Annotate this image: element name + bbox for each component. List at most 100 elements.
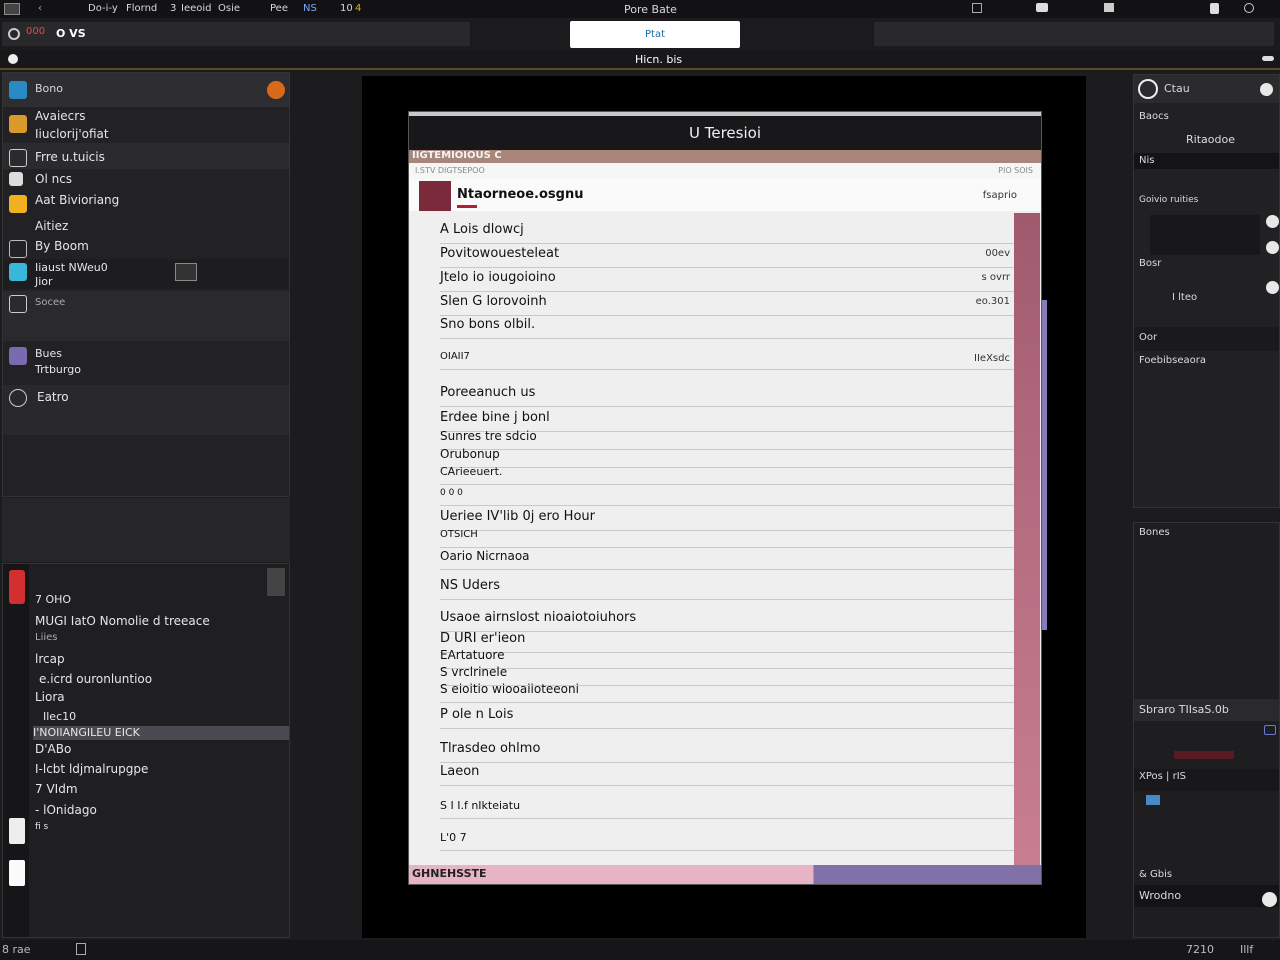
menu-item[interactable]: NS [303, 3, 317, 14]
document-row[interactable]: Jtelo io iougoioino s ovrr [440, 270, 1014, 285]
menu-item[interactable]: 3 [170, 3, 176, 14]
prop-value[interactable]: Ritaodoe [1186, 133, 1235, 146]
list-item[interactable]: I-lcbt ldjmalrupgpe [35, 762, 285, 776]
color-preview[interactable] [1150, 215, 1260, 255]
center-button[interactable]: Ptat [570, 21, 740, 48]
scrollbar[interactable] [1042, 300, 1047, 630]
settings-icon[interactable] [267, 81, 285, 99]
window-icon[interactable] [972, 3, 982, 13]
menu-item[interactable]: Ieeoid [181, 3, 212, 14]
document-row[interactable]: Sno bons olbil. [440, 317, 1014, 332]
document-row[interactable]: Sunres tre sdcio [440, 429, 1014, 443]
document-row[interactable]: S I I.f nIkteiatu [440, 799, 1014, 812]
list-item[interactable]: Liora [35, 690, 285, 704]
scroll-handle[interactable] [267, 568, 285, 596]
panel-title: Bono [35, 82, 63, 95]
list-item[interactable]: Liies [35, 632, 285, 643]
list-item[interactable]: lrcap [35, 652, 285, 666]
list-item[interactable]: Frre u.tuicis [3, 143, 289, 169]
list-item[interactable]: Iiaust NWeu0 Jior [3, 259, 289, 289]
page-icon[interactable] [76, 943, 86, 955]
document-row[interactable]: Poreeanuch us [440, 385, 1014, 400]
record-badge: 000 [26, 26, 46, 37]
document-row[interactable]: L'0 7 [440, 831, 1014, 844]
document-row[interactable]: Povitowouesteleat 00ev [440, 246, 1014, 261]
refresh-icon[interactable] [8, 28, 20, 40]
list-item-selected[interactable]: I'NOIIANGILEU EICK [33, 726, 289, 740]
menu-item[interactable]: Do-i-y [88, 3, 118, 14]
list-item[interactable]: Aat Bivioriang [3, 191, 289, 217]
row-divider [440, 267, 1014, 268]
document-row[interactable]: Laeon [440, 764, 1014, 779]
document-row[interactable]: OIAII7 IIeXsdc [440, 351, 1014, 364]
page-thumb-icon[interactable] [9, 860, 25, 886]
prop-value[interactable]: I lteo [1172, 292, 1197, 303]
panel-divider[interactable] [2, 498, 290, 562]
document-row[interactable]: EArtatuore [440, 648, 1014, 662]
list-item[interactable]: Ol ncs [3, 169, 289, 191]
menu-item[interactable]: Flornd [126, 3, 157, 14]
menu-item[interactable]: 10 [340, 3, 353, 14]
document-row[interactable]: CArieeuert. [440, 465, 1014, 478]
status-zoom[interactable]: 7210 [1186, 943, 1214, 956]
tool-field[interactable]: O VS [56, 27, 86, 40]
list-item[interactable]: By Boom [3, 237, 289, 259]
list-item[interactable]: - lOnidago [35, 803, 285, 817]
list-item[interactable]: fi s [35, 822, 285, 832]
header-name: Ntaorneoe.osgnu [457, 187, 584, 202]
row-label: S eioitio wiooaiioteeoni [440, 682, 579, 696]
list-item[interactable]: D'ABo [35, 742, 285, 756]
panel-title: Bones [1139, 527, 1170, 538]
list-item-label: Socee [35, 297, 66, 308]
toggle-knob[interactable] [1262, 892, 1277, 907]
list-item[interactable]: MUGI IatO Nomolie d treeace [35, 614, 285, 628]
list-item[interactable]: Eatro [3, 385, 289, 435]
menu-item[interactable]: 4 [355, 3, 361, 14]
back-icon[interactable]: ‹ [38, 3, 42, 14]
document-row[interactable]: Erdee bine j bonl [440, 410, 1014, 425]
eye-icon[interactable] [9, 295, 27, 313]
document-row[interactable]: Orubonup [440, 447, 1014, 461]
toggle-knob[interactable] [1266, 241, 1279, 254]
document-row[interactable]: S vrclrinele [440, 665, 1014, 679]
color-strip[interactable] [1174, 751, 1234, 759]
document-row[interactable]: Slen G lorovoinh eo.301 [440, 294, 1014, 309]
document-row[interactable]: Usaoe airnslost nioaiotoiuhors [440, 610, 1014, 625]
document-row[interactable]: 0 0 0 [440, 488, 1014, 498]
list-item[interactable]: 7 VIdm [35, 782, 285, 796]
search-icon[interactable] [1244, 3, 1254, 13]
document-row[interactable]: S eioitio wiooaiioteeoni [440, 682, 1014, 696]
document-row[interactable]: D URI er'ieon [440, 631, 1014, 646]
tab-active[interactable]: Hicn. bis [635, 53, 682, 66]
link-icon[interactable] [1146, 795, 1160, 805]
document-row[interactable]: A Lois dlowcj [440, 222, 1014, 237]
menu-item[interactable]: Pee [270, 3, 288, 14]
list-item[interactable]: 7 OHO [35, 593, 285, 606]
toggle-knob[interactable] [1260, 83, 1273, 96]
color-swatch-icon[interactable] [9, 570, 25, 604]
document-row[interactable]: NS Uders [440, 578, 1014, 593]
row-divider [440, 850, 1014, 851]
list-item[interactable]: Ilec10 [43, 710, 293, 723]
list-item[interactable]: Aitiez [3, 217, 289, 239]
list-item[interactable]: e.icrd ouronluntioo [39, 672, 289, 686]
toggle-knob[interactable] [1266, 215, 1279, 228]
page-thumb-icon[interactable] [9, 818, 25, 844]
document-row[interactable]: Oario Nicrnaoa [440, 549, 1014, 563]
app-icon[interactable] [4, 3, 20, 15]
profile-icon[interactable] [1138, 79, 1158, 99]
document-row[interactable]: OTSICH [440, 529, 1014, 540]
toggle-icon[interactable] [8, 54, 18, 64]
band-label: IIGTEMIOIOUS C [412, 150, 502, 161]
list-item[interactable]: Socee [3, 291, 289, 341]
checkbox-icon[interactable] [1264, 725, 1276, 735]
toggle-knob[interactable] [1266, 281, 1279, 294]
row-divider [440, 818, 1014, 819]
document-row[interactable]: Tlrasdeo ohlmo [440, 741, 1014, 756]
menu-item[interactable]: Osie [218, 3, 240, 14]
document-row[interactable]: P ole n Lois [440, 707, 1014, 722]
thumbnail[interactable] [175, 263, 197, 281]
list-item[interactable]: Bues Trtburgo [3, 343, 289, 383]
document-row[interactable]: Ueriee IV'lib 0j ero Hour [440, 509, 1014, 524]
lock-icon[interactable] [1210, 3, 1219, 14]
